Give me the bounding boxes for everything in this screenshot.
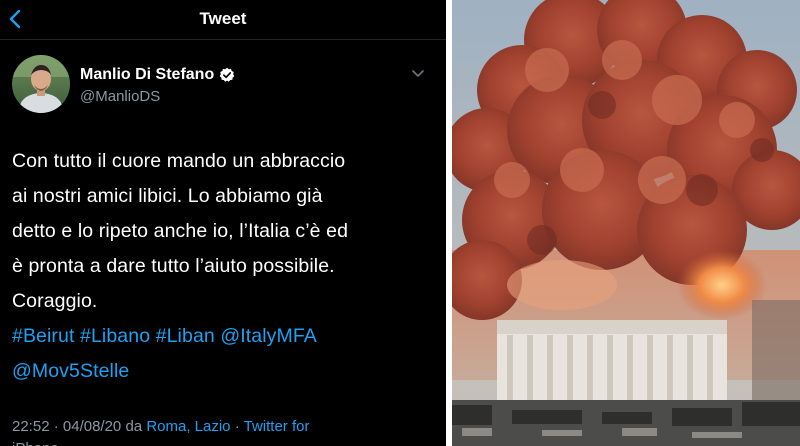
tweet-screenshot-pane: Tweet Manlio Di Stefano @ManlioDS Con tu…	[0, 0, 446, 446]
verified-badge-icon	[219, 67, 235, 82]
tweet-line: ai nostri amici libici. Lo abbiamo già	[12, 185, 323, 207]
meta-da: da	[125, 418, 143, 435]
explosion-photo	[452, 0, 800, 446]
tweet-date: 04/08/20	[62, 418, 122, 435]
author-name[interactable]: Manlio Di Stefano	[80, 66, 235, 84]
mention-mov5stelle[interactable]: @Mov5Stelle	[12, 360, 129, 382]
mention-italymfa[interactable]: @ItalyMFA	[220, 325, 317, 347]
avatar[interactable]	[12, 55, 70, 113]
hashtag-beirut[interactable]: #Beirut	[12, 325, 75, 347]
top-bar: Tweet	[0, 0, 446, 40]
meta-separator: ·	[234, 418, 240, 435]
hashtag-liban[interactable]: #Liban	[156, 325, 215, 347]
tweet-line: Coraggio.	[12, 290, 98, 312]
author-name-text: Manlio Di Stefano	[80, 66, 215, 83]
chevron-down-icon[interactable]	[410, 68, 426, 80]
tweet-text: Con tutto il cuore mando un abbraccio ai…	[12, 144, 442, 389]
page-title: Tweet	[199, 9, 247, 28]
tweet-client-continued: iPhone	[12, 440, 59, 446]
tweet-client-link-cut[interactable]: iPhone	[12, 440, 59, 446]
meta-separator: ·	[53, 418, 59, 435]
tweet-tags-line-2: @Mov5Stelle	[12, 354, 442, 389]
tweet-client-link[interactable]: Twitter for	[244, 418, 310, 435]
tweet-line: è pronta a dare tutto l’aiuto possibile.	[12, 255, 335, 277]
tweet-metadata: 22:52 · 04/08/20 da Roma, Lazio · Twitte…	[12, 418, 309, 435]
tweet-time: 22:52	[12, 418, 50, 435]
tweet-tags-line-1: #Beirut #Libano #Liban @ItalyMFA	[12, 319, 442, 354]
author-handle[interactable]: @ManlioDS	[80, 88, 160, 105]
tweet-line: Con tutto il cuore mando un abbraccio	[12, 150, 346, 172]
hashtag-libano[interactable]: #Libano	[80, 325, 150, 347]
tweet-location-link[interactable]: Roma, Lazio	[146, 418, 230, 435]
tweet-line: detto e lo ripeto anche io, l’Italia c’è…	[12, 220, 349, 242]
